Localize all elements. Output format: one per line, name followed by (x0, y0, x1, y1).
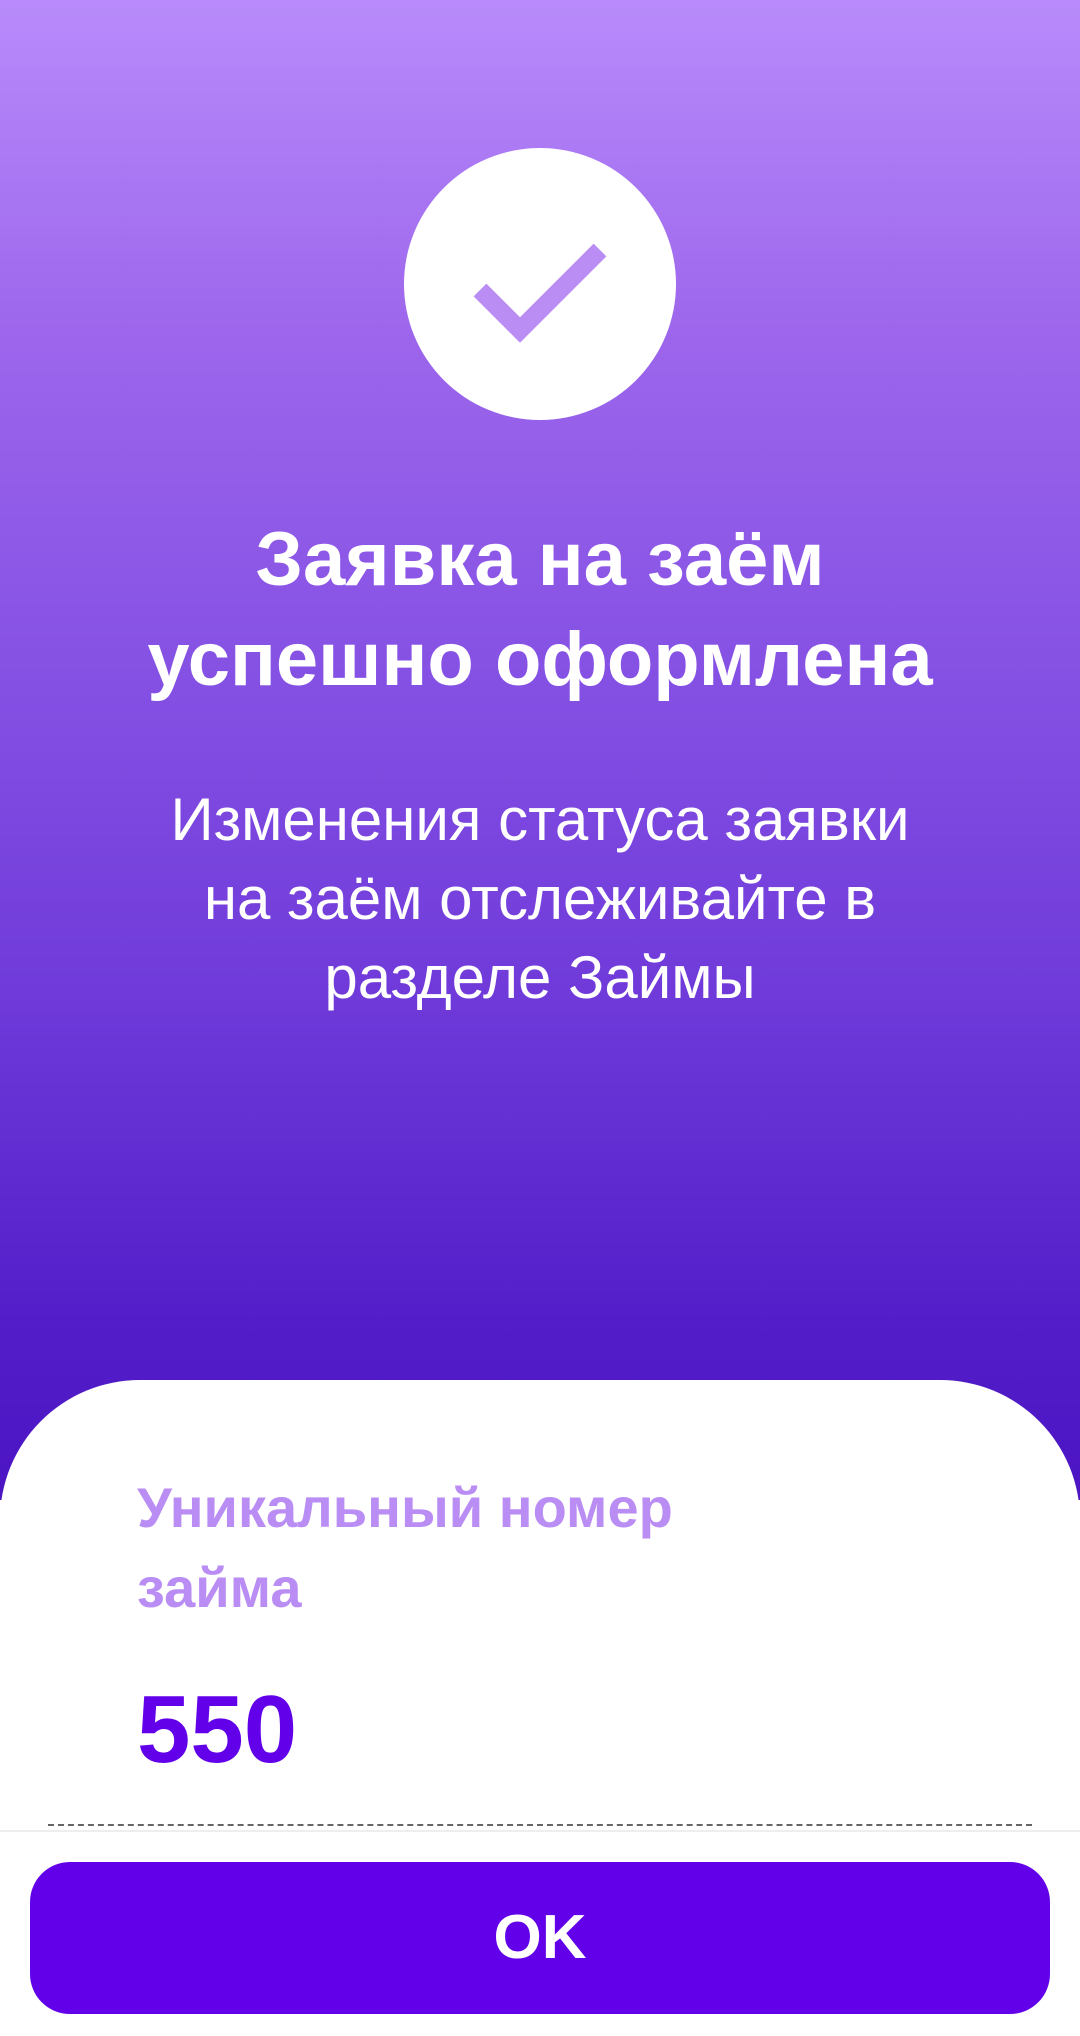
ok-button[interactable]: OK (30, 1862, 1050, 2014)
loan-number-label: Уникальный номер займа (137, 1468, 673, 1628)
success-badge (404, 148, 676, 420)
status-hint-line: разделе Займы (324, 944, 756, 1011)
checkmark-icon (473, 243, 607, 343)
page-title-line: успешно оформлена (147, 617, 933, 702)
page-title-line: Заявка на заём (255, 517, 825, 602)
status-hint-line: Изменения статуса заявки (170, 786, 910, 853)
hero-background: Заявка на заём успешно оформлена Изменен… (0, 0, 1080, 1500)
status-hint: Изменения статуса заявки на заём отслежи… (60, 780, 1020, 1017)
page-title: Заявка на заём успешно оформлена (60, 510, 1020, 710)
dashed-divider (48, 1824, 1032, 1826)
bottom-bar-separator (0, 1830, 1080, 1832)
status-hint-line: на заём отслеживайте в (203, 865, 877, 932)
loan-number-value: 550 (137, 1676, 298, 1783)
loan-number-label-line: Уникальный номер (137, 1476, 673, 1539)
loan-success-screen: Заявка на заём успешно оформлена Изменен… (0, 0, 1080, 2036)
loan-number-label-line: займа (137, 1556, 302, 1619)
